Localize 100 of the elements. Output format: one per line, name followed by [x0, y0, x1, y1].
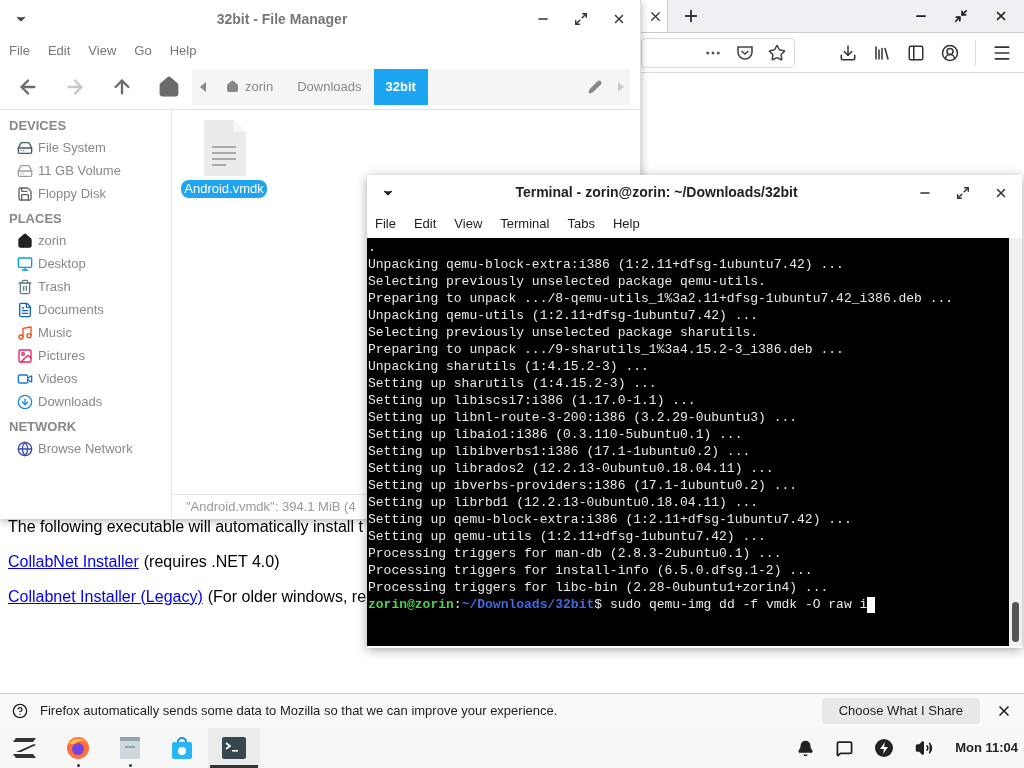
sidebar-item[interactable]: Desktop — [0, 252, 171, 275]
sidebar-item[interactable]: zorin — [0, 229, 171, 252]
scroll-left-icon[interactable] — [200, 81, 206, 92]
help-icon — [12, 703, 28, 719]
menu-item[interactable]: View — [454, 214, 483, 234]
close-notification-button[interactable] — [996, 703, 1012, 719]
sidebar-item[interactable]: File System — [0, 136, 171, 159]
sidebar-item[interactable]: Videos — [0, 367, 171, 390]
restore-button[interactable] — [954, 9, 968, 23]
terminal-line: Setting up libaio1:i386 (0.3.110-5ubuntu0.1) ... — [368, 426, 743, 443]
terminal-icon[interactable] — [222, 737, 246, 759]
sidebar-item[interactable]: Browse Network — [0, 437, 171, 460]
download-link[interactable]: Collabnet Installer (Legacy) — [8, 587, 203, 607]
home-icon — [17, 232, 33, 249]
home-button[interactable] — [158, 75, 180, 98]
maximize-button[interactable] — [956, 185, 970, 200]
globe-icon — [17, 440, 33, 457]
sidebar-icon[interactable] — [907, 43, 925, 62]
terminal-line: Unpacking qemu-utils (1:2.11+dfsg-1ubuntu7.42) ... — [368, 307, 759, 324]
menu-item[interactable]: Tabs — [567, 214, 595, 234]
sidebar-item[interactable]: Documents — [0, 298, 171, 321]
home-icon — [226, 80, 239, 93]
sidebar-item[interactable]: Music — [0, 321, 171, 344]
terminal-line: Preparing to unpack .../8-qemu-utils_1%3a2.11+dfsg-1ubuntu7.42_i386.deb ... — [368, 290, 954, 307]
library-icon[interactable] — [873, 43, 891, 62]
clock[interactable]: Mon 11:04 — [955, 738, 1018, 758]
path-segment[interactable]: 32bit — [373, 68, 428, 105]
menu-item[interactable]: Help — [169, 41, 197, 61]
menu-item[interactable]: View — [88, 41, 117, 61]
close-button[interactable] — [612, 12, 626, 26]
path-segment[interactable]: Downloads — [285, 68, 374, 105]
file-name-label[interactable]: Android.vmdk — [181, 180, 267, 198]
floppy-icon — [17, 185, 33, 202]
new-tab-button[interactable] — [682, 7, 700, 25]
edit-path-icon[interactable] — [588, 79, 602, 94]
monitor-icon — [17, 255, 33, 272]
sidebar-heading: PLACES — [8, 210, 63, 228]
bookmark-star-icon[interactable] — [768, 43, 786, 62]
menu-item[interactable]: File — [9, 41, 30, 61]
terminal-line: . — [368, 239, 376, 256]
power-icon[interactable] — [875, 739, 894, 757]
terminal-line: Processing triggers for libc-bin (2.28-0ubuntu1+zorin4) ... — [368, 579, 829, 596]
image-icon — [17, 347, 33, 364]
pocket-icon[interactable] — [736, 44, 754, 61]
drive-icon — [17, 162, 33, 179]
terminal-line: Processing triggers for install-info (6.5.0.dfsg.1-2) ... — [368, 562, 813, 579]
shopping-bag-icon[interactable] — [171, 736, 193, 760]
menu-item[interactable]: Help — [612, 214, 640, 234]
address-bar[interactable] — [641, 37, 795, 68]
browser-icon[interactable] — [66, 736, 90, 760]
message-icon[interactable] — [836, 739, 854, 757]
link-note: (requires .NET 4.0) — [143, 552, 280, 572]
prompt-line: zorin@zorin:~/Downloads/32bit$ sudo qemu-img dd -f vmdk -O raw i — [368, 596, 868, 613]
sidebar-item[interactable]: Pictures — [0, 344, 171, 367]
drive-icon — [17, 139, 33, 156]
sidebar-item[interactable]: Trash — [0, 275, 171, 298]
sidebar-item[interactable]: Floppy Disk — [0, 182, 171, 205]
download-icon[interactable] — [839, 43, 857, 62]
taskbar-button[interactable] — [208, 728, 260, 768]
account-icon[interactable] — [941, 43, 959, 62]
volume-icon[interactable] — [915, 739, 934, 757]
terminal-line: Setting up qemu-utils (1:2.11+dfsg-1ubuntu7.42) ... — [368, 528, 766, 545]
terminal-line: Setting up libiscsi7:i386 (1.17.0-1.1) ... — [368, 392, 696, 409]
terminal-line: Selecting previously unselected package sharutils. — [368, 324, 759, 341]
page-paragraph: The following executable will automatically install t — [8, 517, 363, 537]
terminal-line: Processing triggers for man-db (2.8.3-2ubuntu0.1) ... — [368, 545, 782, 562]
download-link[interactable]: CollabNet Installer — [8, 552, 139, 572]
terminal-line: Setting up qemu-block-extra:i386 (1:2.11+dfsg-1ubuntu7.42) ... — [368, 511, 852, 528]
terminal-line: Unpacking qemu-block-extra:i386 (1:2.11+dfsg-1ubuntu7.42) ... — [368, 256, 844, 273]
terminal-line: Setting up libnl-route-3-200:i386 (3.2.29-0ubuntu3) ... — [368, 409, 798, 426]
link-note: (For older windows, re — [207, 587, 367, 607]
terminal-line: Selecting previously unselected package qemu-utils. — [368, 273, 766, 290]
music-icon — [17, 324, 33, 341]
text-cursor — [867, 596, 876, 613]
close-button[interactable] — [994, 9, 1008, 23]
terminal-line: Preparing to unpack .../9-sharutils_1%3a4.15.2-3_i386.deb ... — [368, 341, 844, 358]
document-icon — [17, 301, 33, 318]
terminal-line: Setting up librbd1 (12.2.13-0ubuntu0.18.04.11) ... — [368, 494, 759, 511]
sidebar-heading: NETWORK — [8, 418, 78, 436]
terminal-line: Setting up libibverbs1:i386 (17.1-1ubuntu0.2) ... — [368, 443, 751, 460]
terminal-line: Setting up librados2 (12.2.13-0ubuntu0.18.04.11) ... — [368, 460, 774, 477]
sidebar-item[interactable]: Downloads — [0, 390, 171, 413]
choose-share-button[interactable]: Choose What I Share — [821, 698, 980, 724]
terminal-line: Unpacking sharutils (1:4.15.2-3) ... — [368, 358, 649, 375]
sidebar-heading: DEVICES — [8, 117, 68, 135]
sidebar-item[interactable]: 11 GB Volume — [0, 159, 171, 182]
notifications-icon[interactable] — [797, 739, 815, 757]
terminal-line: Setting up ibverbs-providers:i386 (17.1-1ubuntu0.2) ... — [368, 477, 798, 494]
window-title: 32bit - File Manager — [215, 9, 349, 29]
document-icon — [202, 120, 246, 176]
window-title: Terminal - zorin@zorin: ~/Downloads/32bit — [514, 183, 799, 202]
menu-item[interactable]: Terminal — [500, 214, 550, 234]
menu-item[interactable]: Edit — [413, 214, 437, 234]
scrollbar[interactable] — [1009, 238, 1022, 646]
menu-item[interactable]: File — [375, 214, 396, 234]
path-segment[interactable]: zorin — [214, 68, 286, 105]
terminal-line: Setting up sharutils (1:4.15.2-3) ... — [368, 375, 657, 392]
menu-item[interactable]: Edit — [47, 41, 71, 61]
maximize-button[interactable] — [574, 12, 588, 26]
menu-item[interactable]: Go — [134, 41, 152, 61]
